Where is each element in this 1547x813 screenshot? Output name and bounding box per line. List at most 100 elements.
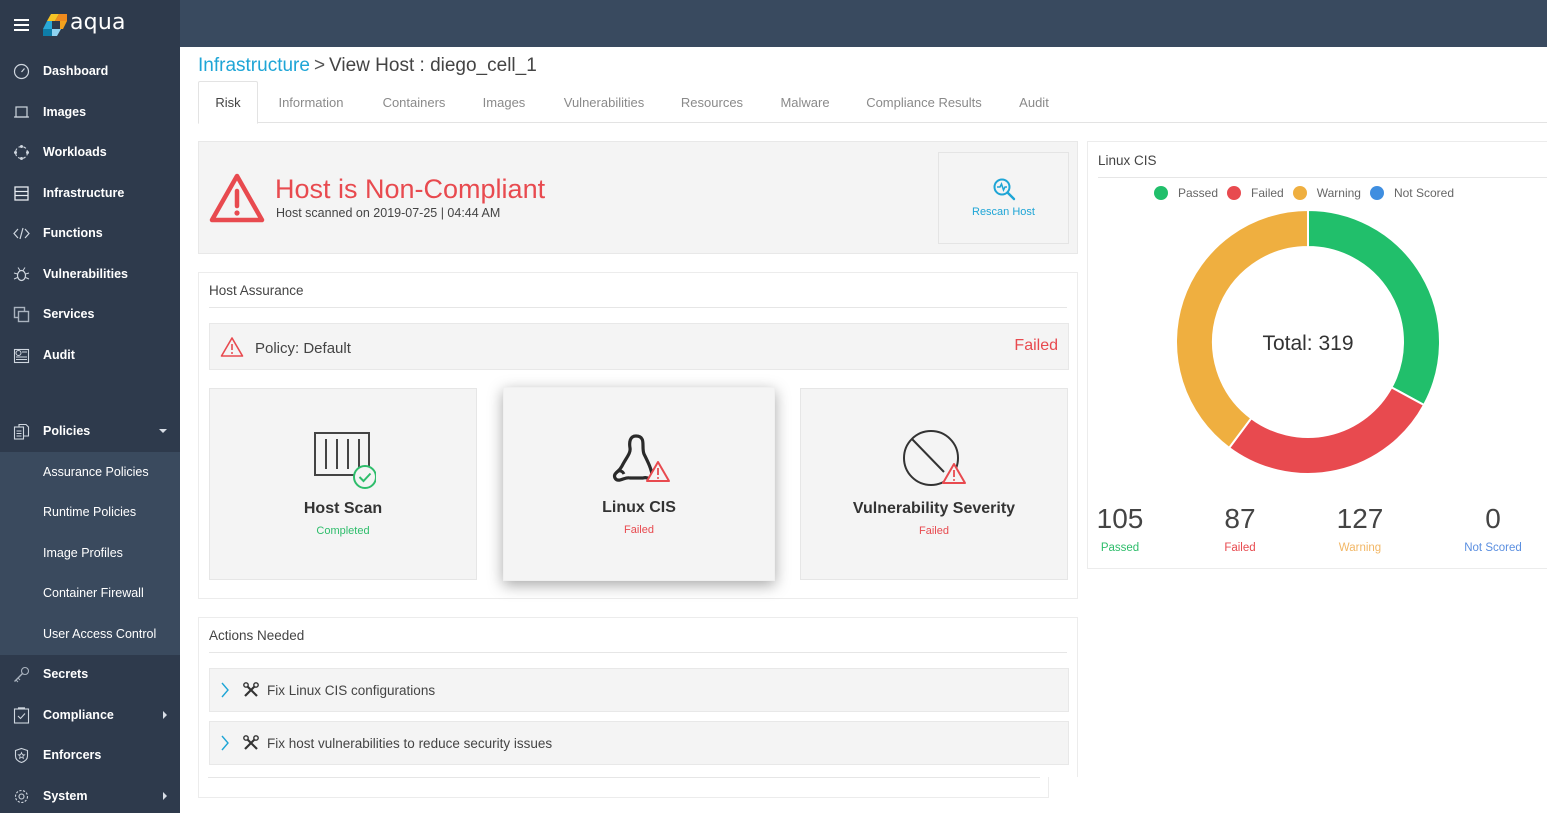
tab-vulnerabilities[interactable]: Vulnerabilities	[556, 81, 652, 123]
sidebar-item-compliance[interactable]: Compliance	[0, 695, 180, 735]
host-scan-container-icon	[314, 432, 376, 489]
workloads-icon	[13, 144, 30, 161]
donut-slice-warning[interactable]	[1175, 208, 1309, 450]
services-icon	[13, 306, 30, 323]
sidebar-item-label: Workloads	[43, 145, 107, 159]
tab-malware[interactable]: Malware	[772, 81, 838, 123]
stat-failed: 87 Failed	[1180, 502, 1300, 554]
submenu-item-image-profiles[interactable]: Image Profiles	[0, 533, 180, 573]
policy-status: Failed	[1014, 337, 1058, 354]
legend-swatch	[1292, 186, 1307, 200]
stat-value: 0	[1485, 503, 1501, 534]
panel-title: Actions Needed	[209, 628, 305, 643]
sidebar-item-label: Services	[43, 307, 95, 321]
submenu-item-user-access-control[interactable]: User Access Control	[0, 614, 180, 654]
sidebar-item-label: Compliance	[43, 708, 114, 722]
tools-icon	[243, 682, 259, 697]
sidebar-item-system[interactable]: System	[0, 776, 180, 813]
chart-title: Linux CIS	[1098, 153, 1157, 168]
sidebar-item-dashboard[interactable]: Dashboard	[0, 51, 180, 91]
dashboard-gauge-icon	[13, 63, 30, 80]
host-assurance-panel: Host Assurance Policy: Default Failed Ho…	[198, 272, 1078, 599]
action-label: Fix Linux CIS configurations	[267, 683, 436, 698]
stat-warning: 127 Warning	[1300, 502, 1420, 554]
sidebar: aqua Dashboard Images Workloads Infrastr…	[0, 0, 180, 813]
breadcrumb-current: View Host : diego_cell_1	[329, 55, 537, 76]
stat-value: 127	[1336, 503, 1384, 534]
submenu-item-label: Assurance Policies	[43, 465, 149, 479]
sidebar-item-label: Audit	[43, 348, 75, 362]
stat-label: Not Scored	[1464, 542, 1522, 554]
linux-penguin-icon	[613, 434, 670, 482]
sidebar-item-policies[interactable]: Policies	[0, 411, 180, 451]
sidebar-item-workloads[interactable]: Workloads	[0, 132, 180, 172]
sidebar-item-images[interactable]: Images	[0, 92, 180, 132]
sidebar-item-functions[interactable]: Functions	[0, 213, 180, 253]
tab-audit[interactable]: Audit	[1010, 81, 1058, 123]
panel-title: Host Assurance	[209, 283, 304, 298]
submenu-item-label: Runtime Policies	[43, 505, 137, 519]
submenu-item-runtime-policies[interactable]: Runtime Policies	[0, 492, 180, 532]
divider	[208, 777, 1040, 778]
key-icon	[13, 666, 30, 683]
policy-row[interactable]: Policy: Default Failed	[209, 323, 1069, 370]
hamburger-icon[interactable]	[14, 19, 29, 31]
compliance-status-title: Host is Non-Compliant	[275, 174, 546, 204]
chevron-right-icon	[163, 711, 167, 719]
actions-footer	[198, 777, 1049, 798]
card-status: Completed	[316, 525, 370, 537]
stat-not-scored: 0 Not Scored	[1433, 502, 1547, 554]
sidebar-item-label: Secrets	[43, 667, 89, 681]
tab-containers[interactable]: Containers	[374, 81, 454, 123]
chevron-right-icon	[221, 735, 229, 751]
divider	[209, 307, 1067, 308]
donut-slice-passed[interactable]	[1307, 208, 1441, 407]
submenu-item-label: User Access Control	[43, 627, 157, 641]
action-item[interactable]: Fix host vulnerabilities to reduce secur…	[209, 721, 1069, 765]
aqua-logo-icon	[43, 14, 67, 36]
tab-information[interactable]: Information	[270, 81, 352, 123]
donut-slice-failed[interactable]	[1227, 385, 1426, 475]
sidebar-item-vulnerabilities[interactable]: Vulnerabilities	[0, 254, 180, 294]
sidebar-item-label: System	[43, 789, 88, 803]
sidebar-item-infrastructure[interactable]: Infrastructure	[0, 173, 180, 213]
legend-item-warning[interactable]: Warning	[1292, 186, 1361, 200]
tab-compliance-results[interactable]: Compliance Results	[860, 81, 988, 123]
host-scan-card[interactable]: Host Scan Completed	[209, 388, 477, 580]
policies-submenu: Assurance Policies Runtime Policies Imag…	[0, 452, 180, 655]
infrastructure-server-icon	[13, 185, 30, 202]
tab-resources[interactable]: Resources	[672, 81, 752, 123]
submenu-item-container-firewall[interactable]: Container Firewall	[0, 573, 180, 613]
sidebar-item-label: Infrastructure	[43, 186, 125, 200]
tab-bar: Risk Information Containers Images Vulne…	[198, 81, 1547, 124]
audit-icon	[13, 347, 30, 364]
breadcrumb-link-infrastructure[interactable]: Infrastructure	[198, 55, 310, 76]
actions-needed-panel: Actions Needed Fix Linux CIS configurati…	[198, 617, 1078, 777]
submenu-item-label: Container Firewall	[43, 586, 144, 600]
compliance-icon	[13, 706, 30, 724]
tab-images[interactable]: Images	[474, 81, 534, 123]
warning-triangle-icon	[220, 337, 244, 357]
vulnerability-severity-card[interactable]: Vulnerability Severity Failed	[800, 388, 1068, 580]
chart-legend: Passed Failed Warning Not Scored	[1154, 186, 1463, 200]
brand-name: aqua	[70, 10, 126, 35]
legend-item-not-scored[interactable]: Not Scored	[1369, 186, 1454, 200]
sidebar-item-secrets[interactable]: Secrets	[0, 654, 180, 694]
sidebar-item-enforcers[interactable]: Enforcers	[0, 735, 180, 775]
sidebar-item-services[interactable]: Services	[0, 294, 180, 334]
action-item[interactable]: Fix Linux CIS configurations	[209, 668, 1069, 712]
rescan-host-button[interactable]: Rescan Host	[938, 152, 1069, 244]
legend-item-passed[interactable]: Passed	[1154, 186, 1218, 200]
chart-stats: 105 Passed 87 Failed 127 Warning 0 Not S…	[1088, 502, 1547, 562]
chevron-right-icon	[163, 792, 167, 800]
policies-icon	[13, 423, 30, 440]
sidebar-item-audit[interactable]: Audit	[0, 335, 180, 375]
bug-icon	[13, 266, 30, 283]
legend-item-failed[interactable]: Failed	[1227, 186, 1284, 200]
legend-label: Failed	[1251, 186, 1284, 200]
blocked-circle-icon	[903, 430, 966, 486]
tab-risk[interactable]: Risk	[198, 81, 258, 124]
stat-value: 87	[1224, 503, 1256, 534]
linux-cis-card[interactable]: Linux CIS Failed	[503, 387, 775, 581]
submenu-item-assurance-policies[interactable]: Assurance Policies	[0, 452, 180, 492]
